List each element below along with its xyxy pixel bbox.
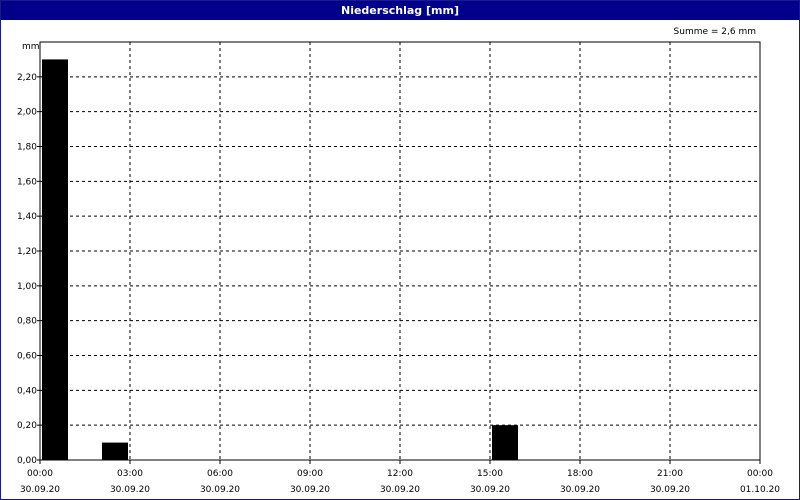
y-tick-label: 1,60 — [17, 177, 37, 187]
x-tick-date-label: 30.09.20 — [380, 485, 420, 495]
sum-annotation: Summe = 2,6 mm — [674, 27, 756, 37]
x-tick-date-label: 30.09.20 — [20, 485, 60, 495]
x-tick-time-label: 09:00 — [297, 469, 323, 479]
y-tick-label: 0,80 — [17, 317, 37, 327]
y-tick-label: 0,40 — [17, 386, 37, 396]
precipitation-chart: 0,00 0,20 0,40 0,60 0,80 1,00 1,20 1,40 1,60 1,80… — [17, 27, 780, 495]
y-axis-unit-label: mm — [22, 42, 40, 52]
y-tick-label: 1,80 — [17, 143, 37, 153]
x-tick-time-label: 06:00 — [207, 469, 233, 479]
y-tick-label: 0,00 — [17, 456, 37, 466]
precipitation-bar — [42, 59, 68, 461]
x-tick-date-label: 30.09.20 — [200, 485, 240, 495]
y-tick-label: 0,60 — [17, 352, 37, 362]
x-tick-time-label: 18:00 — [567, 469, 593, 479]
x-tick-time-label: 21:00 — [657, 469, 683, 479]
x-tick-time-label: 03:00 — [117, 469, 143, 479]
x-tick-date-label: 30.09.20 — [560, 485, 600, 495]
y-tick-label: 1,20 — [17, 247, 37, 257]
x-tick-time-label: 00:00 — [27, 469, 53, 479]
x-tick-time-label: 12:00 — [387, 469, 413, 479]
y-tick-label: 2,00 — [17, 108, 37, 118]
x-tick-date-label: 30.09.20 — [110, 485, 150, 495]
x-tick-time-label: 00:00 — [747, 469, 773, 479]
y-tick-label: 2,20 — [17, 73, 37, 83]
x-tick-date-label: 30.09.20 — [470, 485, 510, 495]
y-tick-label: 1,40 — [17, 212, 37, 222]
precipitation-bar — [102, 442, 128, 460]
x-tick-time-label: 15:00 — [477, 469, 503, 479]
y-tick-label: 1,00 — [17, 282, 37, 292]
x-tick-date-label: 30.09.20 — [650, 485, 690, 495]
x-tick-date-label: 01.10.20 — [740, 485, 780, 495]
precipitation-bar — [492, 425, 518, 460]
x-tick-date-label: 30.09.20 — [290, 485, 330, 495]
y-tick-label: 0,20 — [17, 421, 37, 431]
